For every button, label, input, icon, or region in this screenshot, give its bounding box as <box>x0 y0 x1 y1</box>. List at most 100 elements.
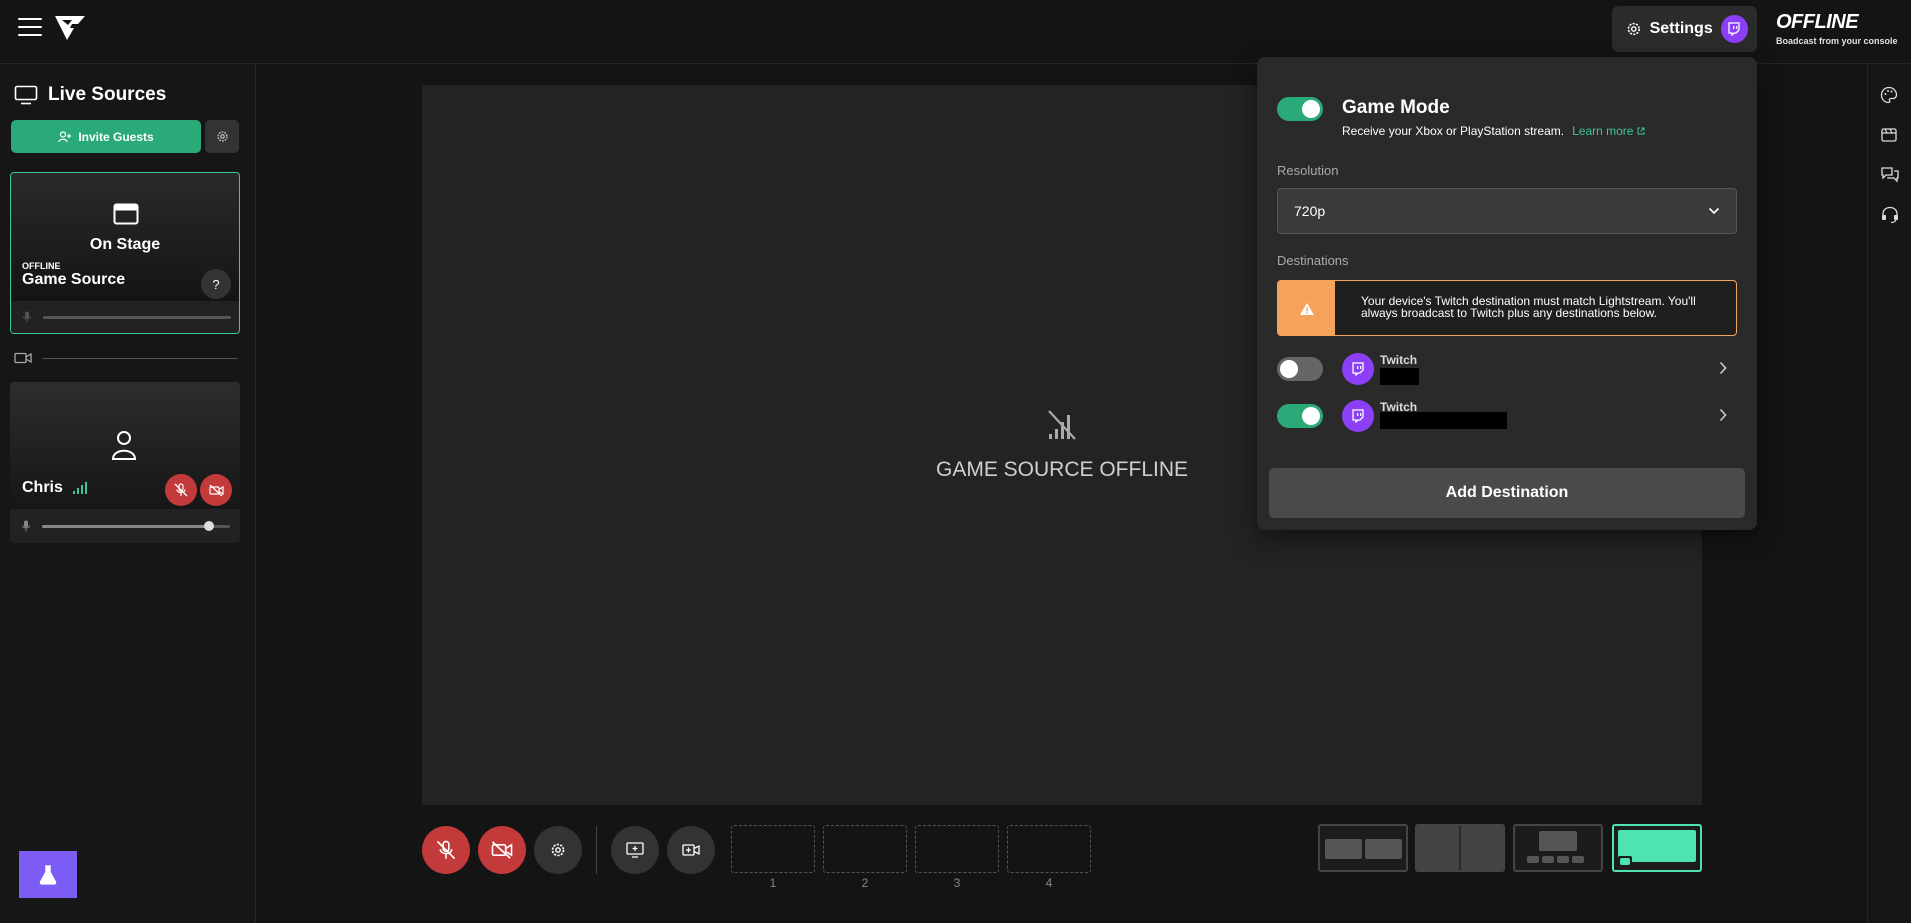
stage-settings-button[interactable] <box>534 826 582 874</box>
invite-guests-button[interactable]: Invite Guests <box>11 120 201 153</box>
guest-name: Chris <box>22 479 63 496</box>
add-destination-label: Add Destination <box>1445 484 1569 501</box>
top-bar: Settings OFFLINE Boadcast from your cons… <box>0 0 1911 64</box>
warning-icon <box>1278 281 1335 335</box>
layout-preview-block <box>1557 856 1569 863</box>
person-icon <box>111 431 137 460</box>
resolution-value: 720p <box>1294 203 1326 219</box>
on-stage-label: On Stage <box>89 236 161 253</box>
chevron-down-icon <box>1708 207 1720 215</box>
volume-slider-fill <box>42 525 210 528</box>
palette-icon[interactable] <box>1880 86 1898 104</box>
live-sources-sidebar: Live Sources Invite Guests On Stage OFFL… <box>0 64 256 923</box>
scene-slot-number: 3 <box>953 876 961 890</box>
game-source-name: Game Source <box>22 271 126 288</box>
add-video-icon <box>682 844 700 856</box>
scene-slot-number: 1 <box>769 876 777 890</box>
toggle-knob <box>1302 100 1320 118</box>
resolution-label: Resolution <box>1277 163 1339 178</box>
layout-preview-block <box>1572 856 1584 863</box>
layout-preview-block <box>1620 858 1630 865</box>
add-destination-button[interactable]: Add Destination <box>1269 468 1745 518</box>
game-mode-toggle[interactable] <box>1277 97 1323 121</box>
gear-icon <box>216 131 228 142</box>
layout-fullscreen-button[interactable] <box>1612 824 1702 872</box>
video-camera-icon <box>14 352 32 364</box>
guest-preview: Chris <box>10 382 240 509</box>
screen-share-icon <box>626 842 644 858</box>
layout-featured-button[interactable] <box>1513 824 1603 872</box>
game-source-card[interactable]: On Stage OFFLINE Game Source ? <box>10 172 240 334</box>
layout-preview-block <box>1539 831 1577 851</box>
volume-slider-track[interactable] <box>43 316 231 319</box>
game-mode-description: Receive your Xbox or PlayStation stream.… <box>1342 124 1645 138</box>
flask-icon <box>39 864 57 885</box>
monitor-icon <box>14 85 38 105</box>
destination-toggle[interactable] <box>1277 357 1323 381</box>
scene-slot-4[interactable] <box>1007 825 1091 873</box>
share-screen-button[interactable] <box>611 826 659 874</box>
destinations-label: Destinations <box>1277 253 1349 268</box>
divider-line <box>42 357 238 359</box>
layout-preview-block <box>1417 826 1459 870</box>
layout-split-button[interactable] <box>1415 824 1505 872</box>
help-button[interactable]: ? <box>201 269 231 299</box>
live-sources-title: Live Sources <box>48 84 167 105</box>
learn-more-link[interactable]: Learn more <box>1572 124 1645 138</box>
settings-button[interactable]: Settings <box>1612 6 1757 52</box>
layout-side-by-side-button[interactable] <box>1318 824 1408 872</box>
chevron-right-icon[interactable] <box>1719 361 1727 375</box>
mic-off-icon <box>174 483 188 497</box>
guest-camera-off-button[interactable] <box>200 474 232 506</box>
scene-slot-3[interactable] <box>915 825 999 873</box>
redacted-account-name <box>1380 412 1507 429</box>
source-status-badge: OFFLINE <box>22 261 61 271</box>
settings-label: Settings <box>1649 20 1713 37</box>
add-camera-button[interactable] <box>667 826 715 874</box>
labs-button[interactable] <box>19 851 77 898</box>
chevron-right-icon[interactable] <box>1719 408 1727 422</box>
guest-mic-muted-button[interactable] <box>165 474 197 506</box>
signal-strength-icon <box>72 482 87 494</box>
right-rail <box>1867 64 1911 923</box>
layout-preview-block <box>1325 839 1362 859</box>
menu-icon[interactable] <box>18 18 42 38</box>
learn-more-label: Learn more <box>1572 124 1634 138</box>
destination-toggle[interactable] <box>1277 404 1323 428</box>
toggle-knob <box>1280 360 1298 378</box>
layout-preview-block <box>1365 839 1402 859</box>
resolution-select[interactable]: 720p <box>1277 188 1737 234</box>
guest-name-row: Chris <box>22 479 87 497</box>
guest-volume[interactable] <box>10 509 240 543</box>
scene-slot-2[interactable] <box>823 825 907 873</box>
game-source-volume[interactable] <box>11 301 239 333</box>
game-mode-title: Game Mode <box>1342 97 1450 118</box>
microphone-icon <box>23 311 31 323</box>
headset-chat-icon[interactable] <box>1880 206 1900 224</box>
redacted-account-name <box>1380 368 1419 385</box>
sources-settings-button[interactable] <box>205 120 239 153</box>
twitch-icon <box>1342 400 1374 432</box>
scene-slot-1[interactable] <box>731 825 815 873</box>
chat-icon[interactable] <box>1880 166 1900 184</box>
status-subtitle: Boadcast from your console <box>1776 36 1898 46</box>
invite-guests-label: Invite Guests <box>78 129 154 144</box>
layout-preview-block <box>1461 826 1503 870</box>
camera-off-icon <box>208 484 224 496</box>
lightstream-logo[interactable] <box>54 14 86 42</box>
live-sources-header: Live Sources <box>14 84 166 106</box>
status-title: OFFLINE <box>1776 11 1859 33</box>
mic-off-icon <box>436 840 456 860</box>
guest-card[interactable]: Chris <box>10 382 240 543</box>
game-mode-description-text: Receive your Xbox or PlayStation stream. <box>1342 124 1565 138</box>
camera-toggle-button[interactable] <box>478 826 526 874</box>
broadcast-status: OFFLINE Boadcast from your console <box>1776 11 1898 46</box>
controls-divider <box>596 826 597 874</box>
add-user-icon <box>58 130 72 142</box>
destination-platform: Twitch <box>1380 353 1418 367</box>
twitch-icon <box>1720 15 1748 43</box>
twitch-icon <box>1342 353 1374 385</box>
volume-slider-handle[interactable] <box>204 521 215 531</box>
mic-toggle-button[interactable] <box>422 826 470 874</box>
media-library-icon[interactable] <box>1880 126 1898 144</box>
